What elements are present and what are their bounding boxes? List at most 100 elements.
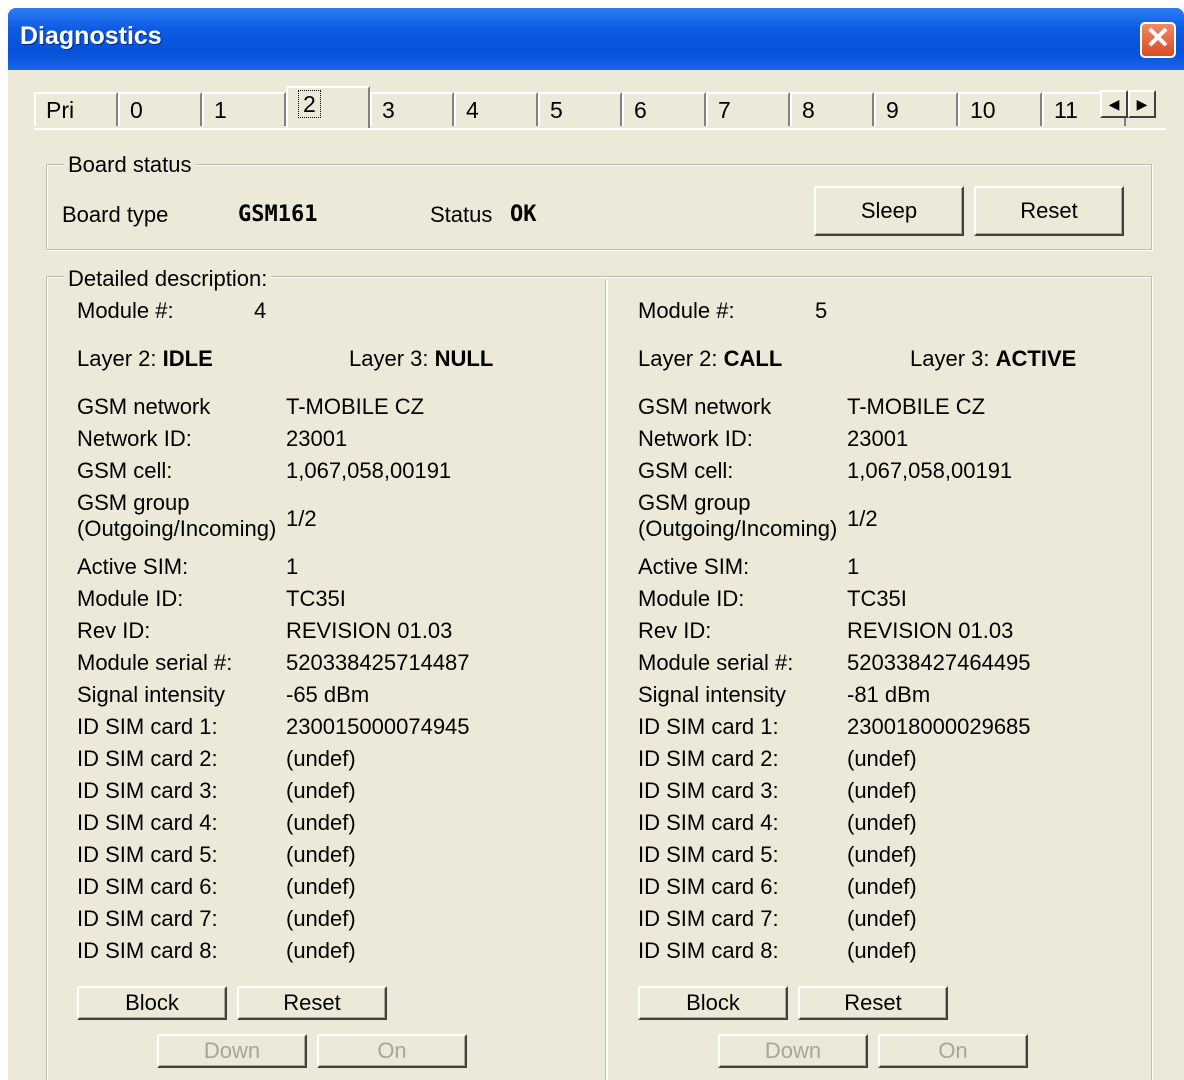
arrow-left-icon[interactable]: ◀ <box>1100 90 1128 118</box>
module-serial-value: 520338425714487 <box>286 650 470 675</box>
tab-label: 1 <box>214 97 227 123</box>
tab-9[interactable]: 9 <box>874 92 958 126</box>
layer3-value: ACTIVE <box>995 346 1077 371</box>
tab-label: 4 <box>466 97 479 123</box>
sim-card-5-label: ID SIM card 5: <box>638 842 779 867</box>
tab-divider <box>34 128 1166 130</box>
tab-5[interactable]: 5 <box>538 92 622 126</box>
tab-4[interactable]: 4 <box>454 92 538 126</box>
gsm-cell-label: GSM cell: <box>638 458 734 483</box>
down-button[interactable]: Down <box>718 1034 868 1068</box>
down-button[interactable]: Down <box>157 1034 307 1068</box>
title-bar[interactable]: Diagnostics ✕ <box>8 8 1184 70</box>
sim-card-3-value: (undef) <box>847 778 917 803</box>
sim-card-6-value: (undef) <box>847 874 917 899</box>
module-id-label: Module ID: <box>638 586 745 611</box>
on-button[interactable]: On <box>317 1034 467 1068</box>
network-id-label: Network ID: <box>77 426 192 451</box>
tab-label: 6 <box>634 97 647 123</box>
status-label: Status <box>430 202 493 227</box>
network-id-value: 23001 <box>847 426 909 451</box>
module-number-value: 5 <box>815 298 828 323</box>
module-reset-button[interactable]: Reset <box>798 986 948 1020</box>
sim-card-7-label: ID SIM card 7: <box>638 906 779 931</box>
tab-pri[interactable]: Pri <box>34 92 118 126</box>
close-icon[interactable]: ✕ <box>1140 22 1176 58</box>
board-type-label: Board type <box>62 202 169 227</box>
sim-card-4-label: ID SIM card 4: <box>638 810 779 835</box>
module-divider <box>605 280 608 1080</box>
active-sim-label: Active SIM: <box>638 554 750 579</box>
sim-card-6-label: ID SIM card 6: <box>638 874 779 899</box>
sim-card-3-label: ID SIM card 3: <box>638 778 779 803</box>
module-serial-label: Module serial #: <box>638 650 794 675</box>
layer2-status: Layer 2: IDLE <box>77 346 213 372</box>
tab-label: 7 <box>718 97 731 123</box>
sim-card-5-value: (undef) <box>286 842 356 867</box>
gsm-group-value: 1/2 <box>847 506 878 531</box>
sim-card-7-value: (undef) <box>847 906 917 931</box>
layer2-label: Layer 2: <box>77 346 157 371</box>
sim-card-2-value: (undef) <box>847 746 917 771</box>
on-button[interactable]: On <box>878 1034 1028 1068</box>
sim-card-7-value: (undef) <box>286 906 356 931</box>
module-reset-button[interactable]: Reset <box>237 986 387 1020</box>
tab-2[interactable]: 2 <box>286 86 370 128</box>
rev-id-value: REVISION 01.03 <box>286 618 453 643</box>
block-button[interactable]: Block <box>638 986 788 1020</box>
tab-label: 8 <box>802 97 815 123</box>
gsm-network-value: T-MOBILE CZ <box>286 394 425 419</box>
gsm-network-label: GSM network <box>77 394 211 419</box>
layer2-status: Layer 2: CALL <box>638 346 782 372</box>
layer2-value: CALL <box>723 346 783 371</box>
tab-7[interactable]: 7 <box>706 92 790 126</box>
sim-card-1-label: ID SIM card 1: <box>638 714 779 739</box>
rev-id-label: Rev ID: <box>77 618 151 643</box>
gsm-group-label: GSM group <box>638 490 751 515</box>
tab-label: Pri <box>46 97 75 123</box>
arrow-right-icon[interactable]: ▶ <box>1128 90 1156 118</box>
block-button[interactable]: Block <box>77 986 227 1020</box>
module-number-value: 4 <box>254 298 267 323</box>
dialog-client: Pri 0 1 2 3 4 5 6 7 8 9 10 11 ◀ ▶ Board status Board… <box>8 70 1184 1080</box>
status-value: OK <box>510 202 537 227</box>
signal-intensity-value: -65 dBm <box>286 682 370 707</box>
sim-card-5-value: (undef) <box>847 842 917 867</box>
sim-card-7-label: ID SIM card 7: <box>77 906 218 931</box>
gsm-group-sublabel: (Outgoing/Incoming) <box>638 516 838 541</box>
tab-8[interactable]: 8 <box>790 92 874 126</box>
tab-0[interactable]: 0 <box>118 92 202 126</box>
active-sim-value: 1 <box>286 554 299 579</box>
gsm-group-sublabel: (Outgoing/Incoming) <box>77 516 277 541</box>
sim-card-2-label: ID SIM card 2: <box>638 746 779 771</box>
sim-card-3-label: ID SIM card 3: <box>77 778 218 803</box>
tab-6[interactable]: 6 <box>622 92 706 126</box>
rev-id-label: Rev ID: <box>638 618 712 643</box>
board-status-label: Board status <box>64 152 196 178</box>
module-serial-label: Module serial #: <box>77 650 233 675</box>
layer3-label: Layer 3: <box>349 346 429 371</box>
tab-1[interactable]: 1 <box>202 92 286 126</box>
sleep-button[interactable]: Sleep <box>814 186 964 236</box>
signal-intensity-label: Signal intensity <box>77 682 225 707</box>
tab-3[interactable]: 3 <box>370 92 454 126</box>
sim-card-1-value: 230018000029685 <box>847 714 1031 739</box>
module-id-value: TC35I <box>847 586 907 611</box>
tab-label: 9 <box>886 97 899 123</box>
sim-card-1-value: 230015000074945 <box>286 714 470 739</box>
layer2-label: Layer 2: <box>638 346 718 371</box>
sim-card-8-label: ID SIM card 8: <box>77 938 218 963</box>
module-number-label: Module #: <box>638 298 735 323</box>
active-sim-value: 1 <box>847 554 860 579</box>
layer3-value: NULL <box>434 346 494 371</box>
sim-card-2-value: (undef) <box>286 746 356 771</box>
sim-card-4-label: ID SIM card 4: <box>77 810 218 835</box>
sim-card-6-label: ID SIM card 6: <box>77 874 218 899</box>
signal-intensity-label: Signal intensity <box>638 682 786 707</box>
gsm-cell-value: 1,067,058,00191 <box>847 458 1013 483</box>
board-type-value: GSM161 <box>238 202 318 227</box>
sim-card-2-label: ID SIM card 2: <box>77 746 218 771</box>
tab-10[interactable]: 10 <box>958 92 1042 126</box>
tab-strip: Pri 0 1 2 3 4 5 6 7 8 9 10 11 <box>34 86 1126 128</box>
board-reset-button[interactable]: Reset <box>974 186 1124 236</box>
